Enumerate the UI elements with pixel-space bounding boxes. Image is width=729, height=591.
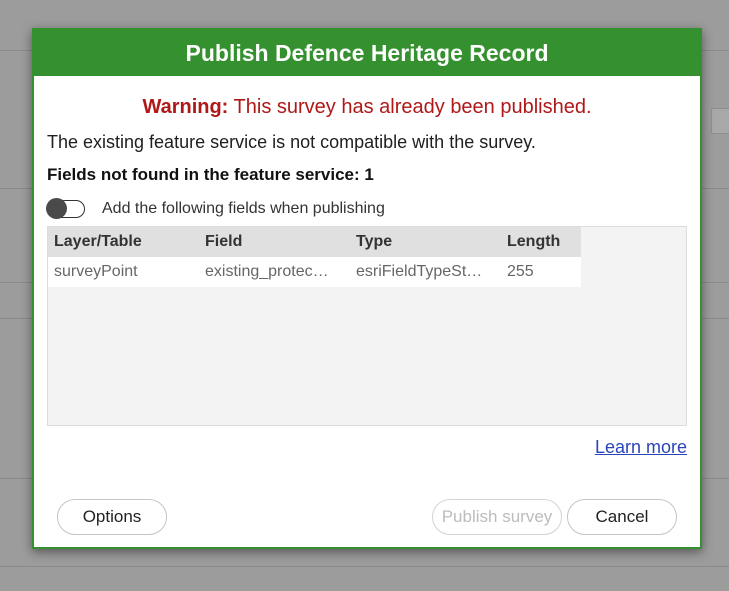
add-fields-toggle[interactable] <box>46 198 85 219</box>
toggle-knob <box>46 198 67 219</box>
options-button[interactable]: Options <box>57 499 167 535</box>
table-header-row: Layer/Table Field Type Length <box>48 227 581 257</box>
column-header-field: Field <box>205 233 243 250</box>
cell-field: existing_protec… <box>205 263 329 280</box>
compatibility-message: The existing feature service is not comp… <box>47 132 536 152</box>
dialog-title-text: Publish Defence Heritage Record <box>185 39 549 66</box>
warning-prefix: Warning: <box>142 96 229 118</box>
column-header-layer: Layer/Table <box>54 233 142 250</box>
dialog-title: Publish Defence Heritage Record <box>34 30 700 76</box>
cancel-button[interactable]: Cancel <box>567 499 677 535</box>
warning-message: Warning: This survey has already been pu… <box>34 96 700 119</box>
background-divider <box>0 566 729 567</box>
cell-layer: surveyPoint <box>54 263 138 280</box>
table-row: surveyPoint existing_protec… esriFieldTy… <box>48 257 581 287</box>
column-header-length: Length <box>507 233 561 250</box>
fields-not-found-heading: Fields not found in the feature service:… <box>47 165 374 184</box>
missing-fields-table: Layer/Table Field Type Length surveyPoin… <box>47 226 687 426</box>
publish-dialog: Publish Defence Heritage Record Warning:… <box>32 28 702 549</box>
add-fields-toggle-row: Add the following fields when publishing <box>46 198 385 219</box>
column-header-type: Type <box>356 233 393 250</box>
background-field <box>711 108 729 134</box>
add-fields-toggle-label: Add the following fields when publishing <box>102 200 385 217</box>
warning-text: This survey has already been published. <box>228 96 592 118</box>
learn-more-link[interactable]: Learn more <box>595 437 687 458</box>
publish-survey-button[interactable]: Publish survey <box>432 499 562 535</box>
cell-type: esriFieldTypeSt… <box>356 263 483 280</box>
cell-length: 255 <box>507 263 534 280</box>
